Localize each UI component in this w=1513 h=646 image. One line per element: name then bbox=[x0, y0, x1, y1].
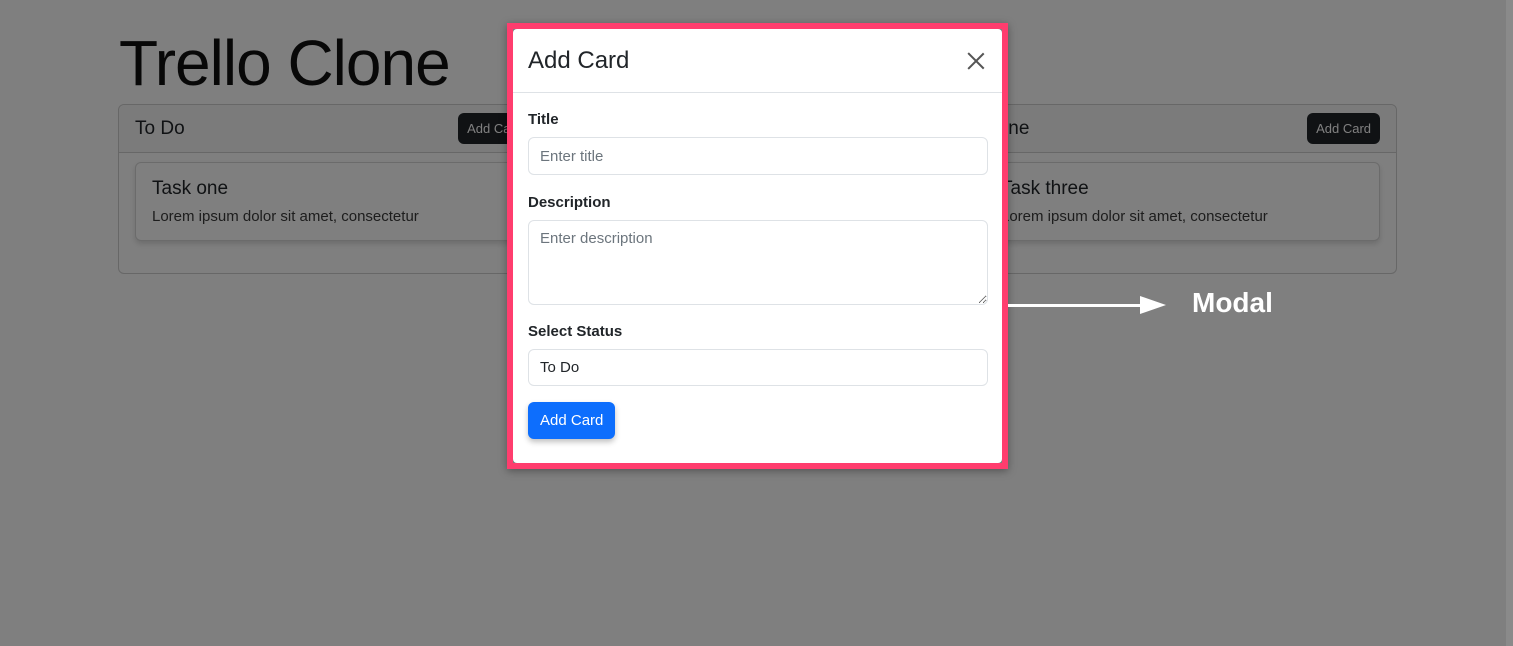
status-select[interactable]: To Do bbox=[528, 349, 988, 386]
annotation-label: Modal bbox=[1192, 287, 1273, 318]
add-card-modal: Add Card Title Description Select Status… bbox=[513, 29, 1002, 463]
modal-header: Add Card bbox=[513, 29, 1002, 93]
submit-add-card-button[interactable]: Add Card bbox=[528, 402, 616, 439]
close-icon[interactable] bbox=[964, 49, 988, 73]
modal-body: Title Description Select Status To Do Ad… bbox=[513, 93, 1002, 439]
status-label: Select Status bbox=[528, 323, 623, 340]
title-label: Title bbox=[528, 111, 559, 128]
modal-title: Add Card bbox=[528, 46, 630, 74]
annotation-arrow-line bbox=[1008, 304, 1146, 307]
title-input[interactable] bbox=[528, 137, 988, 175]
status-select-value: To Do bbox=[540, 359, 580, 376]
annotation-arrow-icon bbox=[1140, 296, 1166, 314]
description-input[interactable] bbox=[528, 220, 988, 305]
description-label: Description bbox=[528, 194, 611, 211]
window-edge bbox=[1506, 0, 1513, 646]
